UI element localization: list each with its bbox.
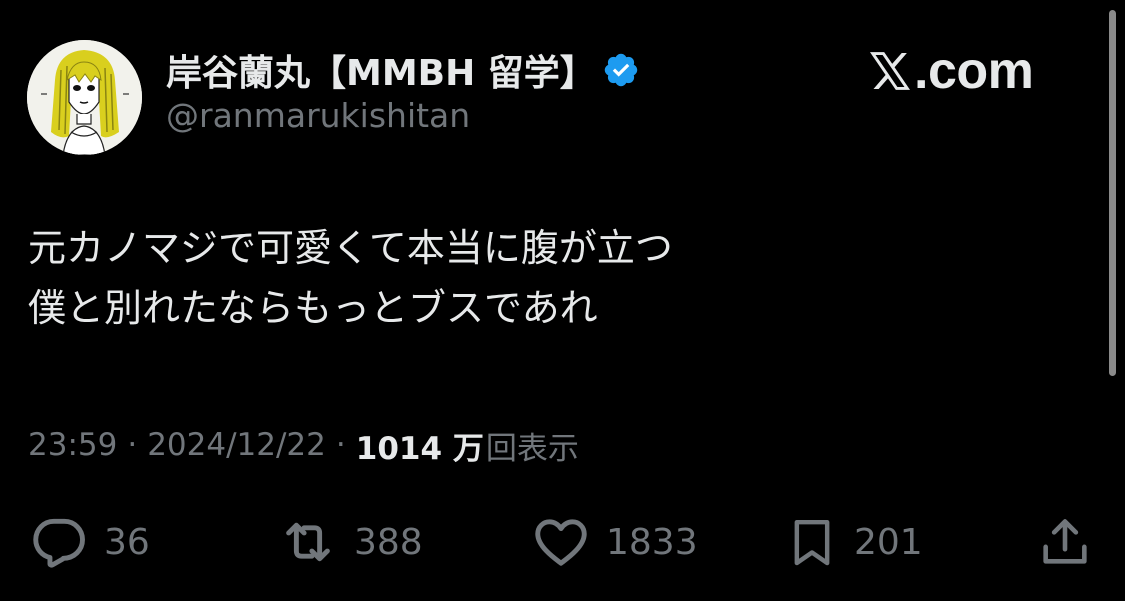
- share-button[interactable]: [1036, 510, 1094, 574]
- display-name[interactable]: 岸谷蘭丸【MMBH 留学】: [166, 44, 596, 96]
- meta-separator: ·: [335, 427, 346, 463]
- tweet-line: 僕と別れたならもっとブスであれ: [28, 286, 598, 330]
- like-count: 1833: [606, 521, 698, 563]
- tweet-time[interactable]: 23:59: [28, 427, 117, 463]
- reply-button[interactable]: 36: [28, 510, 150, 574]
- x-logo-icon: [868, 49, 912, 93]
- bookmark-button[interactable]: 201: [784, 510, 923, 574]
- repost-count: 388: [354, 521, 423, 563]
- bookmark-count: 201: [854, 521, 923, 563]
- repost-button[interactable]: 388: [276, 510, 423, 574]
- like-icon: [530, 511, 592, 573]
- scrollbar[interactable]: [1109, 10, 1116, 376]
- like-button[interactable]: 1833: [530, 510, 698, 574]
- views-count: 1014 万: [355, 430, 484, 467]
- reply-count: 36: [104, 521, 150, 563]
- tweet-metadata: 23:59 · 2024/12/22 · 1014 万 回表示: [28, 420, 579, 470]
- tweet-text: 元カノマジで可愛くて本当に腹が立つ 僕と別れたならもっとブスであれ: [28, 218, 673, 338]
- tweet-date[interactable]: 2024/12/22: [147, 427, 326, 463]
- avatar-illustration: [27, 40, 142, 155]
- share-icon: [1036, 511, 1094, 573]
- brand-domain-text: .com: [914, 42, 1034, 100]
- meta-separator: ·: [127, 427, 138, 463]
- tweet-line: 元カノマジで可愛くて本当に腹が立つ: [28, 226, 673, 270]
- views-label: 回表示: [485, 430, 579, 467]
- avatar[interactable]: [27, 40, 142, 155]
- author-name-row[interactable]: 岸谷蘭丸【MMBH 留学】: [166, 46, 640, 94]
- x-com-logo: .com: [868, 40, 1034, 102]
- tweet-action-bar: 36 388 1833 201: [0, 510, 1125, 574]
- verified-badge-icon: [602, 51, 640, 89]
- repost-icon: [276, 511, 340, 573]
- user-handle[interactable]: @ranmarukishitan: [166, 96, 470, 135]
- bookmark-icon: [784, 511, 840, 573]
- reply-icon: [28, 511, 90, 573]
